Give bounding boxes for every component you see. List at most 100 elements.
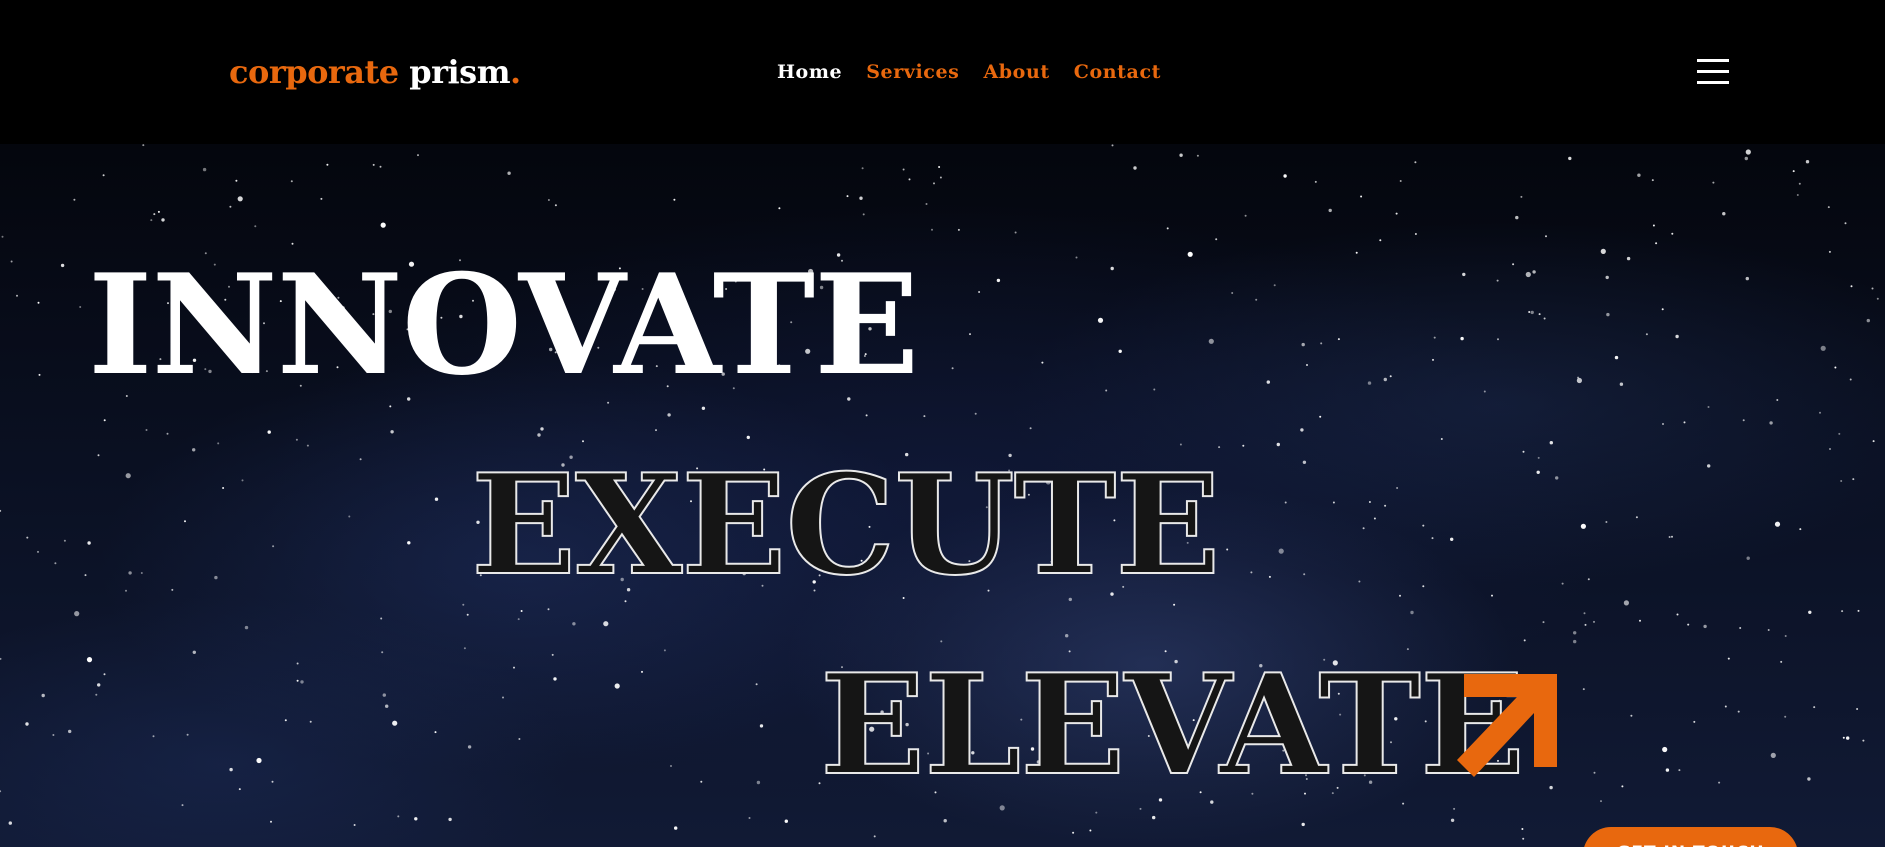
star: [1512, 263, 1515, 266]
star: [434, 497, 439, 501]
star: [217, 442, 220, 445]
star: [37, 301, 40, 304]
star: [1587, 578, 1590, 581]
star: [1522, 450, 1525, 453]
star: [1521, 828, 1524, 830]
star: [1623, 600, 1629, 606]
star: [1208, 338, 1214, 344]
star: [1626, 256, 1631, 261]
star: [1528, 311, 1531, 313]
star: [582, 440, 584, 443]
star: [1630, 714, 1633, 717]
star: [969, 333, 971, 336]
star: [572, 622, 576, 626]
star: [379, 165, 382, 168]
star: [1278, 548, 1284, 554]
star: [1568, 156, 1572, 161]
star: [1110, 266, 1114, 271]
star: [1807, 777, 1811, 781]
star: [434, 731, 437, 734]
star: [1111, 144, 1114, 147]
star: [1671, 232, 1674, 235]
star: [1862, 739, 1865, 742]
star: [537, 433, 541, 437]
star: [778, 207, 781, 210]
star: [861, 167, 864, 170]
star: [38, 373, 41, 376]
star: [1742, 419, 1745, 422]
star: [746, 435, 750, 440]
nav-link-about[interactable]: About: [983, 61, 1049, 83]
star: [8, 821, 12, 825]
star: [1368, 501, 1371, 503]
star: [244, 625, 249, 630]
star: [84, 574, 87, 577]
nav-link-home[interactable]: Home: [777, 61, 842, 83]
nav-link-services[interactable]: Services: [866, 61, 959, 83]
star: [1549, 441, 1554, 445]
star: [54, 562, 57, 565]
star: [1373, 517, 1376, 520]
star: [359, 458, 362, 461]
star: [270, 820, 272, 823]
star: [1687, 623, 1690, 626]
star: [1284, 501, 1287, 504]
star: [1676, 613, 1679, 616]
star: [1133, 166, 1137, 170]
star: [1215, 238, 1218, 241]
star: [1645, 333, 1648, 336]
star: [1332, 501, 1335, 504]
hamburger-menu-icon[interactable]: [1690, 54, 1730, 90]
star: [1876, 297, 1879, 300]
star: [1745, 149, 1751, 155]
star: [414, 817, 418, 821]
star: [862, 213, 865, 216]
menu-bar-top: [1697, 59, 1729, 62]
star: [63, 539, 66, 542]
brand-logo[interactable]: corporate prism.: [229, 50, 521, 94]
star: [518, 738, 521, 740]
star: [1746, 556, 1750, 560]
star: [1166, 227, 1169, 230]
star: [1536, 470, 1540, 474]
star: [1328, 208, 1332, 213]
star: [256, 757, 262, 764]
star: [102, 174, 105, 177]
star: [701, 406, 706, 410]
star: [1872, 440, 1875, 443]
star: [296, 662, 299, 665]
star: [171, 588, 174, 591]
star: [933, 182, 935, 185]
star: [161, 218, 165, 222]
nav-link-contact[interactable]: Contact: [1074, 61, 1161, 83]
star: [184, 520, 186, 523]
get-in-touch-button[interactable]: GET IN TOUCH: [1583, 827, 1798, 847]
star: [68, 729, 72, 734]
star: [1828, 250, 1831, 253]
star: [1497, 338, 1499, 341]
star: [513, 666, 515, 669]
star: [1522, 837, 1525, 840]
star: [1422, 524, 1425, 527]
star: [547, 199, 550, 201]
star: [1187, 251, 1193, 257]
star: [1582, 688, 1585, 691]
star: [241, 479, 244, 482]
star: [309, 720, 312, 723]
star: [103, 419, 106, 422]
star: [157, 210, 160, 213]
star: [1827, 206, 1830, 209]
star: [1655, 242, 1658, 245]
site-header: corporate prism. Home Services About Con…: [0, 0, 1885, 144]
star: [1798, 182, 1801, 185]
star: [295, 438, 298, 441]
star: [186, 733, 189, 736]
star: [951, 367, 954, 370]
star: [925, 203, 928, 205]
star: [931, 228, 933, 231]
star: [978, 291, 981, 293]
star: [1543, 317, 1546, 320]
star: [152, 735, 155, 738]
star: [1665, 768, 1670, 772]
star: [397, 815, 400, 818]
